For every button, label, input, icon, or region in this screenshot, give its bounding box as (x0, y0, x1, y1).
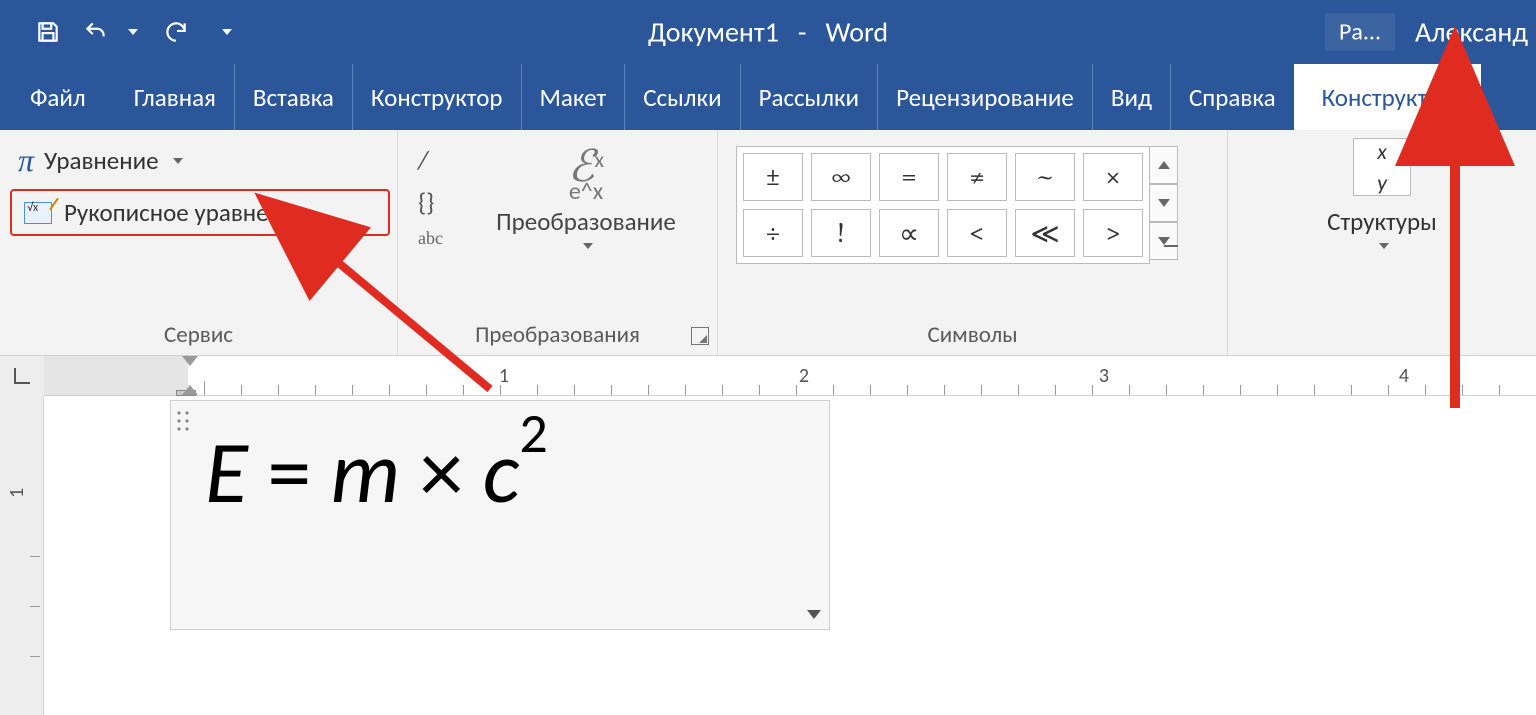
symbol-infinity[interactable]: ∞ (811, 153, 871, 201)
symbols-gallery[interactable]: ± ∞ = ≠ ~ × ÷ ! ∝ < ≪ > (736, 146, 1150, 264)
hanging-indent[interactable] (182, 385, 198, 395)
ruler-corner[interactable] (0, 356, 44, 396)
structures-dropdown-icon[interactable] (1379, 243, 1389, 249)
document-area: 1 E = m × c2 (0, 396, 1536, 715)
group-structures: x y Структуры (1228, 130, 1536, 355)
group-tools: π Уравнение Рукописное уравнение Сервис (0, 130, 398, 355)
symbols-scroll-down[interactable] (1150, 184, 1178, 222)
page[interactable]: E = m × c2 (44, 396, 1536, 715)
equation-dropdown-icon[interactable] (173, 158, 183, 164)
doc-name: Документ1 (648, 15, 779, 50)
symbols-scroll (1150, 146, 1178, 260)
ribbon: π Уравнение Рукописное уравнение Сервис … (0, 130, 1536, 356)
symbols-scroll-up[interactable] (1150, 146, 1178, 184)
italic-slash-icon[interactable]: / (418, 144, 443, 176)
tab-file[interactable]: Файл (0, 64, 116, 130)
symbol-divide[interactable]: ÷ (743, 209, 803, 257)
tab-layout[interactable]: Макет (522, 64, 626, 130)
ink-equation-icon (24, 202, 52, 224)
group-conversion-launcher[interactable] (691, 327, 709, 345)
symbol-equals[interactable]: = (879, 153, 939, 201)
group-symbols-label: Символы (718, 321, 1227, 349)
undo-button[interactable] (76, 12, 116, 52)
equation-button[interactable]: π Уравнение (10, 138, 387, 185)
conversion-dropdown-icon[interactable] (583, 243, 593, 249)
symbol-propto[interactable]: ∝ (879, 209, 939, 257)
user-name[interactable]: Александ (1415, 15, 1536, 50)
equation-placeholder[interactable]: E = m × c2 (170, 400, 830, 630)
app-name: Word (825, 15, 888, 50)
conversion-button[interactable]: Преобразование (496, 206, 676, 237)
tab-insert[interactable]: Вставка (235, 64, 353, 130)
symbol-tilde[interactable]: ~ (1015, 153, 1075, 201)
undo-dropdown-icon[interactable] (128, 29, 138, 35)
fraction-icon: x y (1353, 138, 1411, 196)
quick-access-toolbar (0, 12, 232, 52)
symbol-plusminus[interactable]: ± (743, 153, 803, 201)
vertical-ruler[interactable]: 1 (0, 396, 44, 715)
tab-home[interactable]: Главная (116, 64, 235, 130)
structures-button[interactable]: Структуры (1327, 206, 1437, 237)
group-tools-label: Сервис (0, 321, 397, 349)
pi-icon: π (18, 142, 34, 179)
ruler-row: 1 2 3 4 (0, 356, 1536, 396)
horizontal-ruler[interactable]: 1 2 3 4 (44, 356, 1536, 395)
window-title: Документ1 - Word (648, 15, 888, 50)
tab-view[interactable]: Вид (1093, 64, 1171, 130)
abc-icon[interactable]: abc (418, 228, 443, 249)
symbol-gt[interactable]: > (1083, 209, 1143, 257)
symbol-lt[interactable]: < (947, 209, 1007, 257)
symbol-noteq[interactable]: ≠ (947, 153, 1007, 201)
tab-equation-design[interactable]: Конструктор (1294, 64, 1482, 130)
symbol-ll[interactable]: ≪ (1015, 209, 1075, 257)
group-conversion-label: Преобразования (398, 321, 717, 349)
tab-help[interactable]: Справка (1171, 64, 1294, 130)
equation-options-dropdown[interactable] (803, 603, 825, 625)
title-bar: Документ1 - Word Ра... Александ (0, 0, 1536, 64)
first-line-indent[interactable] (182, 356, 198, 366)
ink-equation-label: Рукописное уравнение (64, 197, 308, 228)
tab-references[interactable]: Ссылки (625, 64, 740, 130)
tab-design[interactable]: Конструктор (353, 64, 522, 130)
symbol-times[interactable]: × (1083, 153, 1143, 201)
title-badge[interactable]: Ра... (1325, 14, 1395, 51)
ink-equation-button[interactable]: Рукописное уравнение (10, 189, 390, 236)
braces-icon[interactable]: {} (418, 186, 443, 218)
ribbon-tabs: Файл Главная Вставка Конструктор Макет С… (0, 64, 1536, 130)
group-conversion: / {} abc ℰx e^x Преобразование Преобразо… (398, 130, 718, 355)
ex-icon: ℰx e^x (568, 144, 604, 204)
equation-move-handle[interactable] (175, 409, 193, 433)
symbols-more[interactable] (1150, 222, 1178, 260)
equation-label: Уравнение (44, 145, 159, 176)
redo-button[interactable] (156, 12, 196, 52)
save-button[interactable] (28, 12, 68, 52)
group-symbols: ± ∞ = ≠ ~ × ÷ ! ∝ < ≪ > (718, 130, 1228, 355)
qat-customize-icon[interactable] (222, 29, 232, 35)
symbol-excl[interactable]: ! (811, 209, 871, 257)
tab-mailings[interactable]: Рассылки (741, 64, 878, 130)
equation-content[interactable]: E = m × c2 (205, 411, 811, 535)
tab-review[interactable]: Рецензирование (878, 64, 1093, 130)
